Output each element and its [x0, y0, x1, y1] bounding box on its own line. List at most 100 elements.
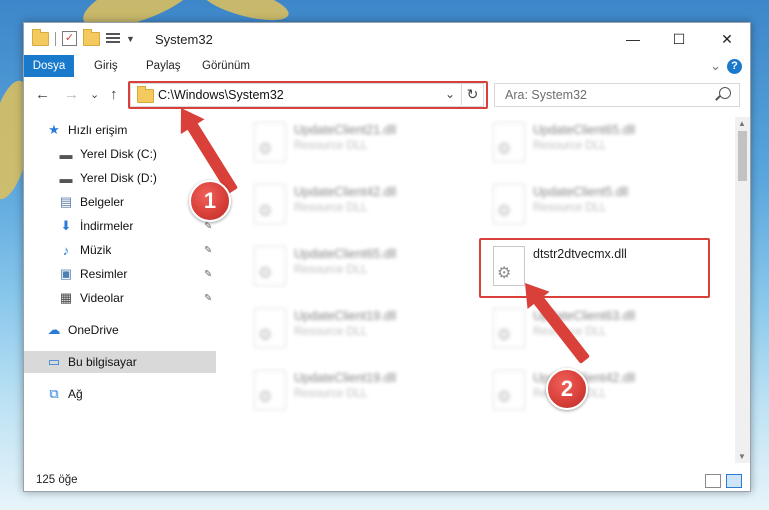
pin-icon: ✎: [204, 292, 213, 304]
minimize-button[interactable]: —: [610, 23, 656, 55]
file-type: Resource DLL: [294, 388, 368, 400]
vertical-scrollbar[interactable]: ▲ ▼: [735, 117, 750, 463]
music-icon: ♪: [62, 242, 70, 258]
annotation-badge-2: 2: [546, 368, 588, 410]
properties-icon[interactable]: [106, 32, 120, 45]
computer-icon: ▭: [47, 354, 61, 369]
pin-icon: ✎: [204, 244, 213, 256]
dll-file-icon: [254, 308, 286, 348]
sidebar-item-label: Müzik: [80, 243, 112, 257]
file-item[interactable]: UpdateClient5.dll Resource DLL: [481, 181, 711, 235]
scroll-up-icon[interactable]: ▲: [738, 119, 746, 128]
view-switcher: [705, 474, 742, 488]
file-item[interactable]: UpdateClient21.dll Resource DLL: [242, 119, 472, 173]
sidebar-item[interactable]: ▬ Yerel Disk (D:): [24, 167, 216, 189]
dll-file-icon: [493, 370, 525, 410]
sidebar-item-label: Yerel Disk (D:): [80, 171, 157, 185]
picture-icon: ▣: [59, 266, 73, 281]
sidebar-item[interactable]: ♪ Müzik ✎: [24, 239, 216, 261]
download-icon: ⬇: [60, 218, 72, 233]
scroll-down-icon[interactable]: ▼: [738, 452, 746, 461]
sidebar-item-label: İndirmeler: [80, 219, 134, 233]
file-name: UpdateClient5.dll: [533, 185, 629, 199]
star-icon: ★: [48, 122, 60, 137]
dll-file-icon: [254, 370, 286, 410]
file-type: Resource DLL: [533, 202, 607, 214]
file-type: Resource DLL: [294, 264, 368, 276]
customize-dropdown-icon[interactable]: ▼: [126, 34, 135, 44]
new-folder-icon[interactable]: [83, 28, 100, 46]
address-highlight-box: [128, 81, 488, 109]
dll-file-icon: [254, 184, 286, 224]
file-item[interactable]: UpdateClient42.dllResource DLL: [481, 367, 711, 421]
back-button[interactable]: ←: [35, 86, 50, 103]
sidebar-item[interactable]: ▣ Resimler ✎: [24, 263, 216, 285]
navigation-pane: ★ Hızlı erişim ▬ Yerel Disk (C:) ✎ ▬ Yerel Dis…: [24, 117, 216, 457]
file-name: UpdateClient19.dll: [294, 309, 397, 323]
file-type: Resource DLL: [533, 140, 607, 152]
sidebar-item[interactable]: ▭ Bu bilgisayar: [24, 351, 216, 373]
tab-giris[interactable]: Giriş: [94, 55, 118, 77]
recent-locations-button[interactable]: ⌄: [90, 88, 99, 101]
file-item[interactable]: UpdateClient63.dllResource DLL: [481, 305, 711, 359]
file-item[interactable]: UpdateClient19.dll Resource DLL: [242, 305, 472, 359]
file-item[interactable]: UpdateClient65.dll Resource DLL: [242, 243, 472, 297]
expand-ribbon-icon[interactable]: ⌄: [710, 58, 721, 74]
ribbon-right: ⌄ ?: [710, 58, 750, 74]
sidebar-item[interactable]: ▤Belgeler✎: [24, 191, 216, 213]
forward-button[interactable]: →: [64, 86, 79, 103]
help-icon[interactable]: ?: [727, 58, 742, 74]
pin-icon: ✎: [204, 220, 213, 232]
status-bar: 125 öğe: [24, 471, 750, 491]
folder-icon[interactable]: [32, 28, 49, 46]
tab-paylas[interactable]: Paylaş: [146, 55, 181, 77]
search-box[interactable]: Ara: System32: [494, 83, 740, 107]
file-item[interactable]: UpdateClient65.dll Resource DLL: [481, 119, 711, 173]
sidebar-item[interactable]: ☁ OneDrive: [24, 319, 216, 341]
document-icon: ▤: [59, 194, 73, 209]
sidebar-item-label: Ağ: [68, 387, 83, 401]
up-button[interactable]: ↑: [110, 86, 118, 103]
file-type: Resource DLL: [294, 326, 368, 338]
tab-dosya[interactable]: Dosya: [24, 55, 74, 77]
network-icon: ⧉: [49, 386, 59, 401]
dll-file-icon: [493, 308, 525, 348]
tab-gorunum[interactable]: Görünüm: [202, 55, 250, 77]
drive-icon: ▬: [59, 146, 73, 162]
sidebar-item-label: Resimler: [80, 267, 128, 281]
sidebar-item[interactable]: ▦ Videolar ✎: [24, 287, 216, 309]
file-name: UpdateClient42.dll: [294, 185, 397, 199]
sidebar-item[interactable]: ▬Yerel Disk (C:)✎: [24, 143, 216, 165]
explorer-window: ✓ ▼ System32 — ☐ ✕ Dosya Giriş Paylaş Gö…: [23, 22, 751, 492]
file-name: UpdateClient19.dll: [294, 371, 397, 385]
tiles-view-icon[interactable]: [726, 474, 742, 488]
checkmark-icon[interactable]: ✓: [62, 31, 77, 46]
close-button[interactable]: ✕: [704, 23, 750, 55]
sidebar-item-label: Yerel Disk (C:): [80, 147, 157, 161]
file-type: Resource DLL: [294, 202, 368, 214]
maximize-button[interactable]: ☐: [656, 23, 702, 55]
scroll-thumb[interactable]: [738, 131, 747, 181]
file-item[interactable]: UpdateClient42.dll Resource DLL: [242, 181, 472, 235]
file-item[interactable]: UpdateClient19.dll Resource DLL: [242, 367, 472, 421]
pin-icon: ✎: [204, 268, 213, 280]
sidebar-item-label: Bu bilgisayar: [68, 355, 137, 369]
toolbar-separator: [55, 31, 56, 46]
cloud-icon: ☁: [47, 322, 61, 337]
search-icon[interactable]: [719, 87, 731, 99]
title-bar: ✓ ▼ System32 — ☐ ✕: [24, 23, 750, 55]
sidebar-item[interactable]: ⬇ İndirmeler ✎: [24, 215, 216, 237]
details-view-icon[interactable]: [705, 474, 721, 488]
drive-icon: ▬: [59, 170, 73, 186]
file-name: UpdateClient65.dll: [533, 123, 636, 137]
sidebar-item-label: Hızlı erişim: [68, 123, 128, 137]
quick-access-toolbar: ✓ ▼: [32, 28, 135, 46]
dll-file-icon: [254, 122, 286, 162]
dll-file-icon: [493, 122, 525, 162]
video-icon: ▦: [59, 290, 73, 305]
file-name: UpdateClient21.dll: [294, 123, 397, 137]
file-type: Resource DLL: [294, 140, 368, 152]
dll-highlight-box: [479, 238, 710, 298]
sidebar-item[interactable]: ⧉ Ağ: [24, 383, 216, 405]
dll-file-icon: [493, 184, 525, 224]
